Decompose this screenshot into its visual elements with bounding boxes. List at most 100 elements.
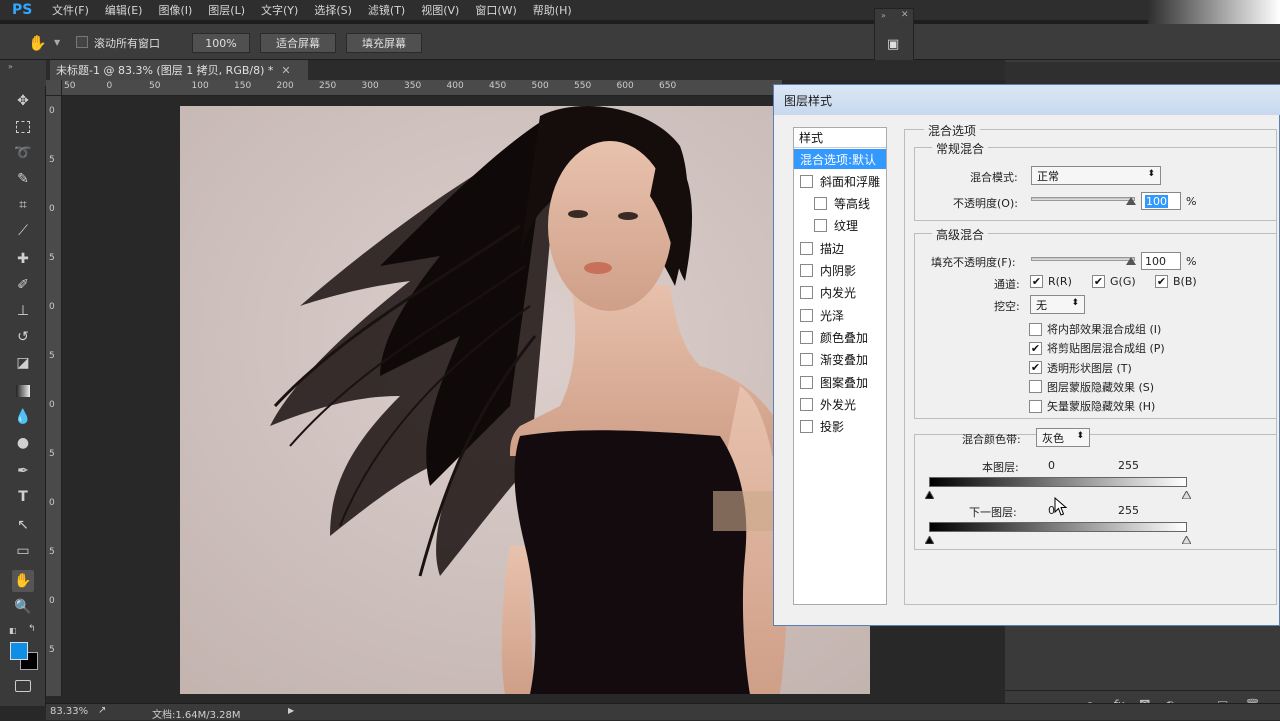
- style-item-checkbox[interactable]: [800, 330, 813, 344]
- advanced-option[interactable]: ✔ 透明形状图层 (T): [1029, 360, 1132, 376]
- menu-window[interactable]: 窗口(W): [467, 2, 524, 18]
- menu-select[interactable]: 选择(S): [306, 2, 360, 18]
- shape-tool-icon[interactable]: ▭: [12, 540, 34, 562]
- blur-tool-icon[interactable]: 💧: [12, 406, 34, 428]
- hand-tool-icon[interactable]: ✋: [28, 34, 48, 52]
- foreground-color-swatch[interactable]: [10, 642, 28, 660]
- style-item-checkbox[interactable]: [800, 375, 813, 389]
- channel-g-checkbox[interactable]: ✔: [1092, 275, 1105, 288]
- advanced-option[interactable]: ✔ 将剪贴图层混合成组 (P): [1029, 340, 1165, 356]
- scroll-all-windows-checkbox[interactable]: [76, 36, 88, 48]
- swap-colors-icon[interactable]: ↰: [28, 624, 36, 634]
- this-layer-black-thumb[interactable]: [924, 488, 935, 500]
- channel-b-row[interactable]: ✔ B(B): [1155, 275, 1197, 288]
- style-item[interactable]: 纹理: [794, 216, 886, 236]
- document-tab[interactable]: 未标题-1 @ 83.3% (图层 1 拷贝, RGB/8) * ✕: [50, 60, 308, 80]
- toolbar-collapse-icon[interactable]: »: [8, 62, 13, 71]
- advanced-option[interactable]: 图层蒙版隐藏效果 (S): [1029, 379, 1154, 395]
- menu-view[interactable]: 视图(V): [413, 2, 467, 18]
- dialog-title[interactable]: 图层样式: [774, 85, 1280, 115]
- advanced-option-checkbox[interactable]: [1029, 399, 1042, 413]
- channel-b-checkbox[interactable]: ✔: [1155, 275, 1168, 288]
- gradient-tool-icon[interactable]: [12, 380, 34, 402]
- style-item[interactable]: 描边: [794, 238, 886, 258]
- menu-image[interactable]: 图像(I): [150, 2, 200, 18]
- export-icon[interactable]: ↗: [98, 705, 106, 716]
- channel-g-row[interactable]: ✔ G(G): [1092, 275, 1136, 288]
- collapse-icon[interactable]: »: [881, 11, 886, 20]
- underlying-white-thumb[interactable]: [1181, 533, 1192, 545]
- style-item[interactable]: 渐变叠加: [794, 350, 886, 370]
- fill-opacity-input[interactable]: 100: [1141, 252, 1181, 270]
- default-colors-icon[interactable]: ◧: [9, 626, 17, 635]
- history-brush-tool-icon[interactable]: ↺: [12, 326, 34, 348]
- fit-screen-button[interactable]: 适合屏幕: [260, 33, 336, 53]
- eyedropper-tool-icon[interactable]: ⟋: [12, 220, 34, 242]
- knockout-select[interactable]: 无 ⬍: [1030, 295, 1085, 314]
- menu-file[interactable]: 文件(F): [44, 2, 97, 18]
- style-item[interactable]: 图案叠加: [794, 372, 886, 392]
- style-item[interactable]: 投影: [794, 417, 886, 437]
- style-item[interactable]: 外发光: [794, 394, 886, 414]
- quick-mask-icon[interactable]: [15, 680, 31, 692]
- style-item-checkbox[interactable]: [814, 197, 827, 211]
- dodge-tool-icon[interactable]: ●: [12, 432, 34, 454]
- advanced-option-checkbox[interactable]: [1029, 322, 1042, 336]
- advanced-option[interactable]: 将内部效果混合成组 (I): [1029, 321, 1161, 337]
- style-item[interactable]: 光泽: [794, 305, 886, 325]
- zoom-100-button[interactable]: 100%: [192, 33, 250, 53]
- eraser-tool-icon[interactable]: ◪: [12, 352, 34, 374]
- move-tool-icon[interactable]: ✥: [12, 90, 34, 112]
- fill-opacity-slider[interactable]: [1031, 257, 1135, 261]
- zoom-level[interactable]: 83.33%: [50, 706, 88, 717]
- style-item-checkbox[interactable]: [800, 241, 813, 255]
- style-item-checkbox[interactable]: [800, 286, 813, 300]
- marquee-tool-icon[interactable]: [12, 116, 34, 138]
- style-item-checkbox[interactable]: [814, 219, 827, 233]
- style-item-checkbox[interactable]: [800, 174, 813, 188]
- menu-layer[interactable]: 图层(L): [200, 2, 253, 18]
- advanced-option-checkbox[interactable]: [1029, 380, 1042, 394]
- close-icon[interactable]: ✕: [901, 10, 909, 20]
- menu-filter[interactable]: 滤镜(T): [360, 2, 413, 18]
- style-item[interactable]: 斜面和浮雕: [794, 171, 886, 191]
- lasso-tool-icon[interactable]: ➰: [12, 142, 34, 164]
- brush-tool-icon[interactable]: ✐: [12, 274, 34, 296]
- menu-help[interactable]: 帮助(H): [525, 2, 580, 18]
- quick-select-tool-icon[interactable]: ✎: [12, 168, 34, 190]
- channel-r-row[interactable]: ✔ R(R): [1030, 275, 1072, 288]
- style-item[interactable]: 内发光: [794, 283, 886, 303]
- style-item[interactable]: 混合选项:默认: [794, 149, 886, 169]
- status-menu-arrow-icon[interactable]: ▶: [288, 706, 294, 715]
- style-item-checkbox[interactable]: [800, 264, 813, 277]
- advanced-option-checkbox[interactable]: ✔: [1029, 341, 1042, 355]
- style-item-checkbox[interactable]: [800, 420, 813, 434]
- style-item[interactable]: 颜色叠加: [794, 327, 886, 347]
- crop-tool-icon[interactable]: ⌗: [12, 194, 34, 216]
- fill-opacity-slider-thumb[interactable]: [1126, 257, 1136, 265]
- opacity-slider[interactable]: [1031, 197, 1135, 201]
- style-item-checkbox[interactable]: [800, 308, 813, 322]
- pen-tool-icon[interactable]: ✒: [12, 460, 34, 482]
- path-select-tool-icon[interactable]: ↖: [12, 514, 34, 536]
- styles-header[interactable]: 样式: [794, 128, 886, 148]
- channel-r-checkbox[interactable]: ✔: [1030, 275, 1043, 288]
- menu-type[interactable]: 文字(Y): [253, 2, 306, 18]
- hand-tool-active-icon[interactable]: ✋: [12, 570, 34, 592]
- zoom-tool-icon[interactable]: 🔍: [12, 596, 34, 618]
- clone-stamp-tool-icon[interactable]: ⊥: [12, 300, 34, 322]
- underlying-black-thumb[interactable]: [924, 533, 935, 545]
- advanced-option-checkbox[interactable]: ✔: [1029, 361, 1042, 375]
- type-tool-icon[interactable]: T: [12, 486, 34, 508]
- style-item-checkbox[interactable]: [800, 397, 813, 411]
- tool-preset-chevron-icon[interactable]: ▼: [54, 38, 60, 47]
- style-item[interactable]: 内阴影: [794, 261, 886, 281]
- blend-if-select[interactable]: 灰色 ⬍: [1036, 428, 1090, 447]
- menu-edit[interactable]: 编辑(E): [97, 2, 151, 18]
- tab-close-icon[interactable]: ✕: [281, 64, 290, 77]
- fill-screen-button[interactable]: 填充屏幕: [346, 33, 422, 53]
- opacity-slider-thumb[interactable]: [1126, 197, 1136, 205]
- healing-brush-tool-icon[interactable]: ✚: [12, 248, 34, 270]
- this-layer-white-thumb[interactable]: [1181, 488, 1192, 500]
- style-item-checkbox[interactable]: [800, 353, 813, 367]
